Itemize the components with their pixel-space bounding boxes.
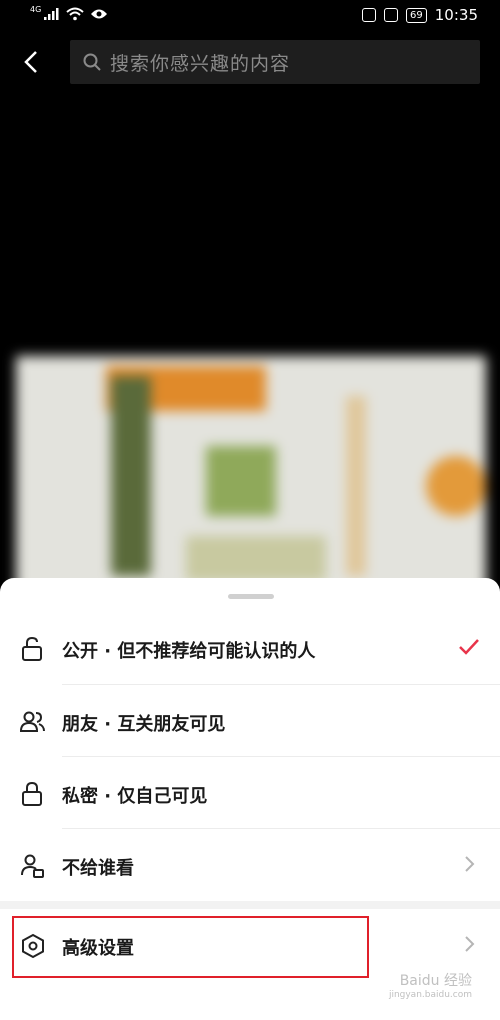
check-icon [459, 639, 479, 655]
back-arrow-icon[interactable] [18, 48, 46, 76]
signal-icon [44, 8, 59, 20]
section-gap [0, 901, 500, 909]
option-advanced-settings[interactable]: 高级设置 [0, 909, 500, 981]
user-block-icon [21, 854, 44, 878]
network-type: 4G [30, 4, 42, 14]
option-label: 朋友 · 互关朋友可见 [62, 714, 226, 735]
watermark-main: Baidu 经验 [399, 973, 472, 989]
unlock-icon [22, 636, 42, 661]
chevron-right-icon [465, 936, 475, 952]
video-preview [0, 86, 500, 606]
lock-icon [22, 781, 42, 806]
status-right: 69 10:35 [362, 6, 478, 24]
visibility-sheet: 公开 · 但不推荐给可能认识的人 朋友 · 互关朋友可见 私密 · 仅自己可见 [0, 578, 500, 1020]
top-bar: 搜索你感兴趣的内容 [0, 38, 500, 86]
chevron-right-icon [465, 856, 475, 872]
search-icon [83, 53, 101, 71]
video-thumbnail [16, 356, 486, 596]
option-private[interactable]: 私密 · 仅自己可见 [0, 757, 500, 829]
option-public[interactable]: 公开 · 但不推荐给可能认识的人 [0, 612, 500, 684]
option-label: 私密 · 仅自己可见 [62, 786, 208, 807]
sheet-handle[interactable] [228, 594, 274, 599]
eye-icon [91, 9, 108, 19]
search-input[interactable]: 搜索你感兴趣的内容 [70, 40, 480, 84]
option-friends[interactable]: 朋友 · 互关朋友可见 [0, 685, 500, 757]
alarm-icon [384, 8, 399, 22]
watermark-sub: jingyan.baidu.com [388, 990, 472, 1000]
option-label: 不给谁看 [62, 858, 134, 879]
wifi-icon [66, 7, 84, 21]
friends-icon [20, 711, 45, 732]
clock: 10:35 [434, 6, 478, 24]
hexagon-settings-icon [22, 933, 44, 959]
option-label: 高级设置 [62, 938, 134, 959]
search-placeholder: 搜索你感兴趣的内容 [110, 52, 291, 75]
option-hide-from[interactable]: 不给谁看 [0, 829, 500, 901]
status-bar: 4G 69 10:35 [0, 0, 500, 32]
nfc-icon [362, 8, 377, 22]
watermark: Baidu 经验 jingyan.baidu.com [389, 974, 472, 1002]
battery-icon: 69 [406, 7, 427, 23]
status-left: 4G [30, 4, 108, 21]
option-label: 公开 · 但不推荐给可能认识的人 [62, 641, 316, 662]
